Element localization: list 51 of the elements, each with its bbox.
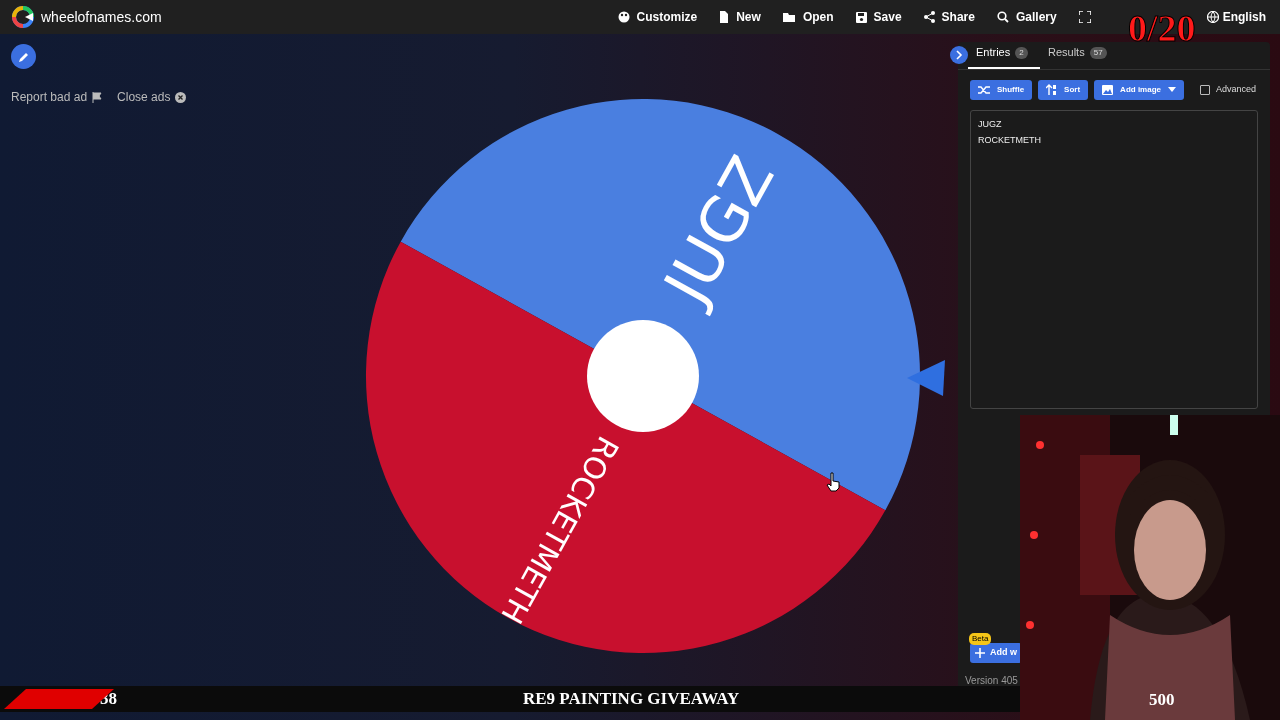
count-badge: 57 xyxy=(1089,46,1107,59)
panel-button[interactable]: Add image xyxy=(1094,79,1184,100)
language-menu[interactable]: English xyxy=(1206,8,1266,26)
shuffle-icon xyxy=(978,84,990,95)
logo-icon xyxy=(12,6,34,28)
chevron-right-icon xyxy=(955,49,963,60)
report-ad-link[interactable]: Report bad ad xyxy=(11,88,103,106)
share-icon xyxy=(923,11,935,23)
add-wheel-button[interactable]: Add w xyxy=(970,643,1022,663)
sort-icon xyxy=(1046,84,1058,96)
caret-icon xyxy=(1168,87,1176,93)
folder-icon xyxy=(782,11,796,23)
fullscreen-button[interactable] xyxy=(1078,10,1093,24)
document-icon xyxy=(719,11,730,23)
search-icon xyxy=(996,11,1009,23)
menu-item[interactable]: Customize xyxy=(617,8,698,26)
goal-number: 500 xyxy=(1149,689,1175,711)
edit-button[interactable] xyxy=(11,44,36,69)
menu-item[interactable]: Save xyxy=(855,8,902,26)
image-icon xyxy=(1102,84,1114,95)
beta-badge: Beta xyxy=(969,633,992,645)
panel-tab[interactable]: Results 57 xyxy=(1040,44,1115,69)
entry-line: JUGZ xyxy=(978,117,1003,131)
close-ads-link[interactable]: Close ads xyxy=(117,88,187,106)
flag-icon xyxy=(92,91,103,103)
site-title[interactable]: wheelofnames.com xyxy=(41,6,162,28)
palette-icon xyxy=(617,11,630,23)
panel-button[interactable]: Sort xyxy=(1038,79,1089,100)
advanced-checkbox[interactable] xyxy=(1200,84,1210,95)
version-text: Version 405 xyxy=(965,674,1019,688)
giveaway-title: RE9 PAINTING GIVEAWAY xyxy=(523,688,740,711)
plus-icon xyxy=(975,648,985,658)
close-icon xyxy=(175,91,187,103)
panel-button[interactable]: Shuffle xyxy=(970,79,1033,100)
entry-line: ROCKETMETH xyxy=(978,133,1042,147)
collapse-button[interactable] xyxy=(950,45,968,64)
pencil-icon xyxy=(17,50,30,63)
hand-cursor-icon xyxy=(826,472,842,492)
menu-item[interactable]: Share xyxy=(923,8,975,26)
globe-icon xyxy=(1206,11,1219,23)
panel-tab[interactable]: Entries 2 xyxy=(968,44,1040,69)
pointer-icon xyxy=(905,358,947,398)
menu-item[interactable]: Open xyxy=(782,8,834,26)
menu-item[interactable]: New xyxy=(719,8,761,26)
fullscreen-icon xyxy=(1078,11,1091,23)
advanced-label: Advanced xyxy=(1216,83,1257,96)
menu-item[interactable]: Gallery xyxy=(996,8,1057,26)
count-badge: 2 xyxy=(1015,46,1028,59)
wheel-center[interactable] xyxy=(587,320,699,432)
entries-field[interactable]: JUGZ ROCKETMETH xyxy=(970,109,1258,409)
counter-overlay: 0/20 xyxy=(1128,6,1196,50)
